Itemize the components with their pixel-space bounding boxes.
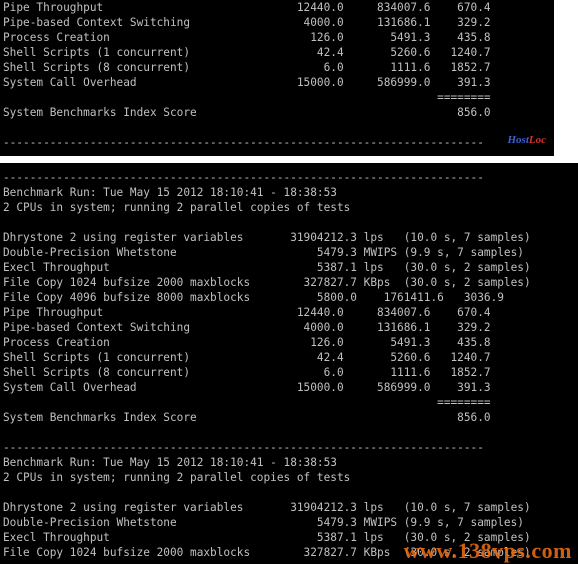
terminal-output-top[interactable]: Pipe Throughput 12440.0 834007.6 670.4 P… (0, 0, 554, 156)
terminal-line: Benchmark Run: Tue May 15 2012 18:10:41 … (3, 456, 337, 469)
terminal-line: Process Creation 126.0 5491.3 435.8 (3, 31, 491, 44)
terminal-line: Pipe-based Context Switching 4000.0 1316… (3, 321, 491, 334)
terminal-line: System Benchmarks Index Score 856.0 (3, 411, 491, 424)
terminal-line: File Copy 4096 bufsize 8000 maxblocks 58… (3, 291, 504, 304)
terminal-line: Dhrystone 2 using register variables 319… (3, 501, 531, 514)
138vps-watermark: www.138vps.com (403, 538, 572, 563)
terminal-line: ----------------------------------------… (3, 441, 484, 454)
terminal-line: Pipe Throughput 12440.0 834007.6 670.4 (3, 1, 491, 14)
watermark-accent: Loc (528, 134, 546, 146)
terminal-line: Shell Scripts (8 concurrent) 6.0 1111.6 … (3, 61, 491, 74)
watermark-main: Host (507, 134, 529, 146)
terminal-line: File Copy 1024 bufsize 2000 maxblocks 32… (3, 276, 531, 289)
terminal-line: Pipe-based Context Switching 4000.0 1316… (3, 16, 491, 29)
terminal-line: ----------------------------------------… (3, 136, 484, 149)
terminal-line: Double-Precision Whetstone 5479.3 MWIPS … (3, 246, 524, 259)
terminal-line: Shell Scripts (8 concurrent) 6.0 1111.6 … (3, 366, 491, 379)
terminal-line: Shell Scripts (1 concurrent) 42.4 5260.6… (3, 351, 491, 364)
terminal-line: 2 CPUs in system; running 2 parallel cop… (3, 471, 351, 484)
terminal-line: Execl Throughput 5387.1 lps (30.0 s, 2 s… (3, 261, 531, 274)
terminal-line: System Call Overhead 15000.0 586999.0 39… (3, 381, 491, 394)
terminal-line: Pipe Throughput 12440.0 834007.6 670.4 (3, 306, 491, 319)
terminal-output-bottom[interactable]: ----------------------------------------… (0, 163, 578, 564)
terminal-line: Dhrystone 2 using register variables 319… (3, 231, 531, 244)
terminal-line: ----------------------------------------… (3, 171, 484, 184)
terminal-line: Process Creation 126.0 5491.3 435.8 (3, 336, 491, 349)
terminal-line: ======== (3, 91, 491, 104)
terminal-line: ======== (3, 396, 491, 409)
terminal-line: Shell Scripts (1 concurrent) 42.4 5260.6… (3, 46, 491, 59)
terminal-line: System Call Overhead 15000.0 586999.0 39… (3, 76, 491, 89)
terminal-line: System Benchmarks Index Score 856.0 (3, 106, 491, 119)
terminal-line: Benchmark Run: Tue May 15 2012 18:10:41 … (3, 186, 337, 199)
terminal-line: Double-Precision Whetstone 5479.3 MWIPS … (3, 516, 524, 529)
terminal-line: 2 CPUs in system; running 2 parallel cop… (3, 201, 351, 214)
hostloc-watermark: HostLoc (507, 134, 546, 146)
